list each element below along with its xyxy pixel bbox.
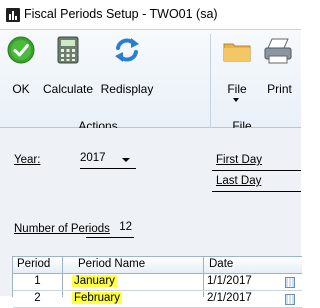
grid-header: Period Period Name Date <box>13 257 302 274</box>
ok-check-icon <box>7 36 35 64</box>
last-day-label: Last Day <box>216 175 262 187</box>
year-value: 2017 <box>80 152 106 164</box>
title-bar: Fiscal Periods Setup - TWO01 (sa) <box>0 0 301 30</box>
column-header-period-name[interactable]: Period Name <box>78 258 145 270</box>
app-icon <box>6 8 20 22</box>
redisplay-button[interactable]: Redisplay <box>98 30 156 114</box>
redisplay-button-label: Redisplay <box>100 82 154 96</box>
ribbon: OK Calculate Redisplay File Print Action… <box>0 30 301 133</box>
table-row[interactable]: 2 February 2/1/2017 <box>13 291 302 308</box>
period-name-cell[interactable]: February <box>72 292 123 304</box>
number-of-periods-input[interactable]: 12 <box>86 221 134 238</box>
file-button[interactable]: File <box>220 30 254 114</box>
file-button-label: File <box>227 82 247 96</box>
redisplay-arrows-icon <box>115 38 139 62</box>
folder-icon <box>223 43 251 62</box>
ok-button-label: OK <box>12 82 30 96</box>
ribbon-group-separator <box>210 34 211 130</box>
print-button-label: Print <box>267 82 292 96</box>
chevron-down-icon <box>122 158 130 162</box>
calculate-button-label: Calculate <box>42 82 94 96</box>
printer-icon <box>264 38 292 64</box>
first-day-field[interactable] <box>212 170 301 171</box>
print-button[interactable]: Print <box>258 30 301 114</box>
period-cell: 2 <box>34 292 41 304</box>
year-label: Year: <box>14 154 41 166</box>
window-title: Fiscal Periods Setup - TWO01 (sa) <box>24 7 218 21</box>
ok-button[interactable]: OK <box>4 30 38 114</box>
table-row[interactable]: 1 January 1/1/2017 <box>13 274 302 291</box>
year-dropdown[interactable]: 2017 <box>80 152 136 169</box>
calculator-icon <box>57 36 79 64</box>
date-cell[interactable]: 1/1/2017 <box>207 275 252 287</box>
column-header-date[interactable]: Date <box>209 258 233 270</box>
calculate-button[interactable]: Calculate <box>40 30 96 114</box>
last-day-field[interactable] <box>212 191 301 192</box>
calendar-icon[interactable] <box>285 277 295 288</box>
number-of-periods-value: 12 <box>119 221 132 233</box>
periods-grid: Period Period Name Date 1 January 1/1/20… <box>12 256 302 308</box>
period-cell: 1 <box>34 275 41 287</box>
first-day-label: First Day <box>216 154 262 166</box>
column-header-period[interactable]: Period <box>17 258 50 270</box>
date-cell[interactable]: 2/1/2017 <box>207 292 252 304</box>
file-dropdown-arrow-icon <box>233 98 239 102</box>
period-name-cell[interactable]: January <box>72 275 117 287</box>
